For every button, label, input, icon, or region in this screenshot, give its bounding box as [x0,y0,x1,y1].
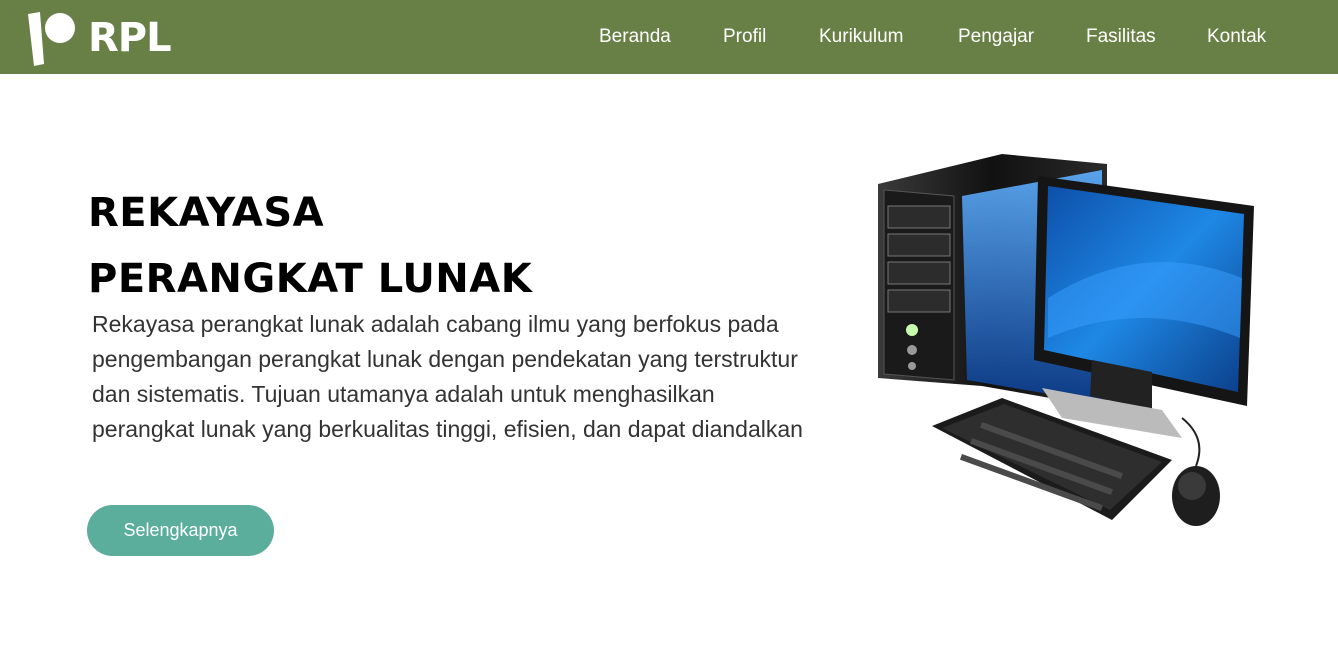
hero-description: Rekayasa perangkat lunak adalah cabang i… [92,311,803,442]
hero-title: REKAYASA PERANGKAT LUNAK [88,180,608,312]
nav-profil[interactable]: Profil [723,24,766,50]
logo-icon [28,12,75,66]
selengkapnya-button[interactable]: Selengkapnya [87,505,274,556]
logo[interactable]: RPL [26,10,186,66]
nav-fasilitas[interactable]: Fasilitas [1086,24,1156,50]
navbar: RPL Beranda Profil Kurikulum Pengajar Fa… [0,0,1338,74]
hero-title-line2: PERANGKAT LUNAK [88,256,533,302]
nav-kurikulum[interactable]: Kurikulum [819,24,903,50]
desktop-computer-icon [878,154,1254,526]
brand-name: RPL [88,15,172,61]
nav-beranda[interactable]: Beranda [599,24,671,50]
nav-kontak[interactable]: Kontak [1207,24,1266,50]
nav-pengajar[interactable]: Pengajar [958,24,1034,50]
hero-title-line1: REKAYASA [88,190,325,236]
